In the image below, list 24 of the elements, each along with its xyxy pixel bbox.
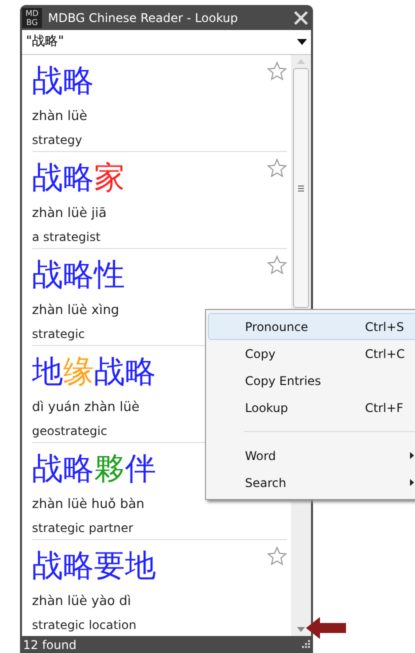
menu-label: Copy: [245, 346, 276, 362]
pinyin: zhàn lüè yào dì: [32, 593, 131, 611]
definition: strategic location: [32, 617, 136, 634]
definition: strategic: [32, 326, 85, 343]
menu-label: Copy Entries: [245, 372, 322, 390]
definition: a strategist: [32, 229, 100, 246]
app-logo: MD BG: [22, 8, 42, 28]
menu-label: Search: [245, 474, 288, 492]
window-title: MDBG Chinese Reader - Lookup: [48, 10, 239, 26]
shortcut-text: Ctrl+C: [365, 346, 405, 362]
definition: strategy: [32, 132, 82, 149]
pinyin: zhàn lüè huǒ bàn: [32, 496, 144, 514]
status-text: 12 found: [23, 636, 76, 653]
definition: strategic partner: [32, 520, 134, 537]
menu-label: Pronounce: [245, 318, 310, 336]
pinyin: zhàn lüè xìng: [32, 302, 120, 320]
pinyin: dì yuán zhàn lüè: [32, 399, 140, 417]
menu-label: Lookup: [245, 400, 289, 416]
pinyin: zhàn lüè jiā: [32, 205, 107, 223]
shortcut-text: Ctrl+S: [365, 318, 404, 336]
shortcut-text: Ctrl+F: [365, 400, 404, 416]
definition: geostrategic: [32, 423, 108, 440]
pinyin: zhàn lüè: [32, 108, 88, 126]
menu-label: Word: [245, 448, 277, 464]
